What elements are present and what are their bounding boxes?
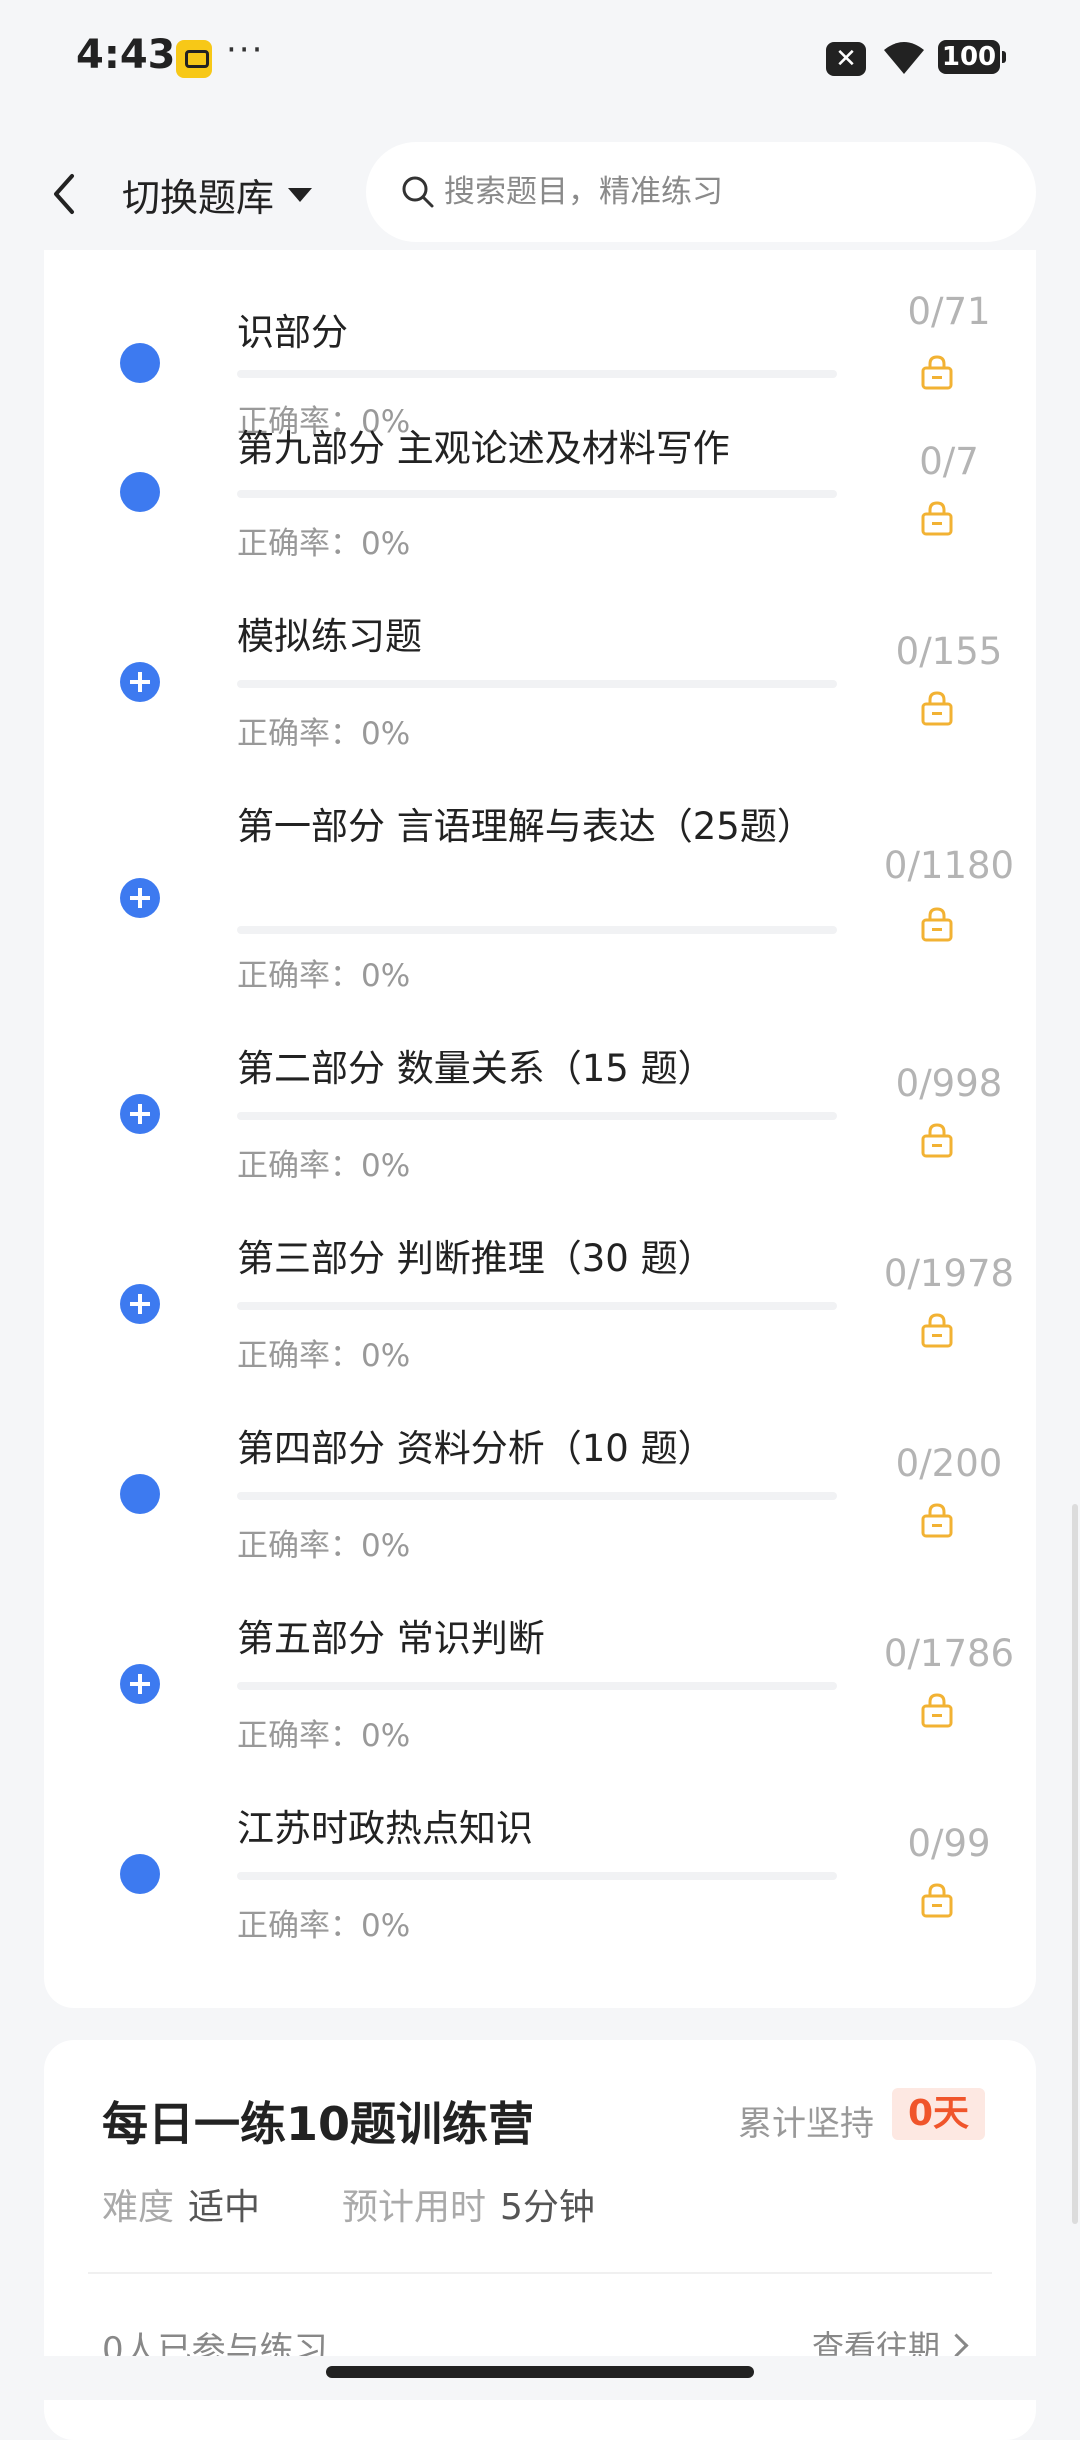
- item-count: 0/998: [895, 1062, 1003, 1105]
- home-indicator[interactable]: [326, 2366, 754, 2378]
- lock-icon: [921, 691, 953, 726]
- item-title: 第二部分 数量关系（15 题）: [237, 1047, 715, 1090]
- item-title: 第四部分 资料分析（10 题）: [237, 1427, 715, 1470]
- accuracy-text: 正确率：0%: [237, 1528, 411, 1564]
- status-time: 4:43: [76, 32, 176, 78]
- item-count: 0/7: [919, 440, 979, 483]
- item-count: 0/155: [895, 630, 1003, 673]
- search-input[interactable]: [442, 173, 986, 211]
- question-list-card: 识部分 正确率：0% 0/71 第九部分 主观论述及材料写作 正确率：0% 0/…: [44, 250, 1036, 2008]
- more-notifications-icon: ···: [226, 30, 265, 70]
- search-icon: [402, 176, 434, 208]
- progress-bar: [237, 370, 837, 378]
- estimated-time-value: 5分钟: [500, 2187, 595, 2228]
- accuracy-text: 正确率：0%: [237, 1908, 411, 1944]
- gesture-area: [0, 2356, 1080, 2400]
- item-count: 0/1978: [883, 1252, 1015, 1295]
- dot-icon: [120, 343, 160, 383]
- progress-bar: [237, 1302, 837, 1310]
- item-title: 江苏时政热点知识: [237, 1807, 533, 1850]
- plus-circle-icon: [120, 878, 160, 918]
- search-box[interactable]: [366, 142, 1036, 242]
- caret-down-icon: [288, 188, 313, 202]
- progress-bar: [237, 1112, 837, 1120]
- lock-icon: [921, 1503, 953, 1538]
- item-title: 第九部分 主观论述及材料写作: [237, 427, 730, 470]
- accuracy-text: 正确率：0%: [237, 526, 411, 562]
- top-nav: 切换题库: [0, 140, 1080, 250]
- dot-icon: [120, 1854, 160, 1894]
- item-title: 第三部分 判断推理（30 题）: [237, 1237, 715, 1280]
- wifi-icon: [884, 42, 924, 74]
- switch-question-bank-label: 切换题库: [122, 175, 275, 220]
- dot-icon: [120, 472, 160, 512]
- battery-icon: 100: [938, 40, 1006, 74]
- accuracy-text: 正确率：0%: [237, 958, 411, 994]
- estimated-time-label: 预计用时: [342, 2187, 487, 2228]
- status-bar: 4:43 ··· ✕ 100: [0, 0, 1080, 120]
- lock-icon: [921, 501, 953, 536]
- item-count: 0/200: [895, 1442, 1003, 1485]
- item-title: 第五部分 常识判断: [237, 1617, 545, 1660]
- switch-question-bank-button[interactable]: 切换题库: [122, 164, 313, 224]
- progress-bar: [237, 1872, 837, 1880]
- persist-days-badge: 0天: [892, 2088, 986, 2140]
- accuracy-text: 正确率：0%: [237, 1718, 411, 1754]
- item-count: 0/99: [907, 1822, 991, 1865]
- progress-bar: [237, 1492, 837, 1500]
- close-notification-icon: ✕: [826, 42, 866, 76]
- item-count: 0/1180: [883, 844, 1015, 887]
- accuracy-text: 正确率：0%: [237, 1338, 411, 1374]
- difficulty-value: 适中: [188, 2187, 261, 2228]
- progress-bar: [237, 680, 837, 688]
- plus-circle-icon: [120, 662, 160, 702]
- plus-circle-icon: [120, 1094, 160, 1134]
- persist-label: 累计坚持: [738, 2104, 874, 2144]
- progress-bar: [237, 926, 837, 934]
- chevron-right-icon: [944, 2332, 969, 2358]
- difficulty: 难度 适中: [102, 2178, 260, 2230]
- divider: [88, 2272, 992, 2274]
- dot-icon: [120, 1474, 160, 1514]
- item-title: 第一部分 言语理解与表达（25题）: [237, 805, 814, 848]
- app-notification-icon: [176, 40, 212, 78]
- item-count: 0/71: [907, 290, 991, 333]
- progress-bar: [237, 1682, 837, 1690]
- plus-circle-icon: [120, 1284, 160, 1324]
- lock-icon: [921, 1123, 953, 1158]
- lock-icon: [921, 355, 953, 390]
- lock-icon: [921, 1693, 953, 1728]
- accuracy-text: 正确率：0%: [237, 1148, 411, 1184]
- accuracy-text: 正确率：0%: [237, 716, 411, 752]
- item-count: 0/1786: [883, 1632, 1015, 1675]
- lock-icon: [921, 1313, 953, 1348]
- lock-icon: [921, 907, 953, 942]
- back-icon[interactable]: [44, 164, 84, 224]
- item-title: 模拟练习题: [237, 615, 422, 658]
- plus-circle-icon: [120, 1664, 160, 1704]
- estimated-time: 预计用时 5分钟: [342, 2178, 595, 2230]
- difficulty-label: 难度: [102, 2187, 175, 2228]
- camp-title: 每日一练10题训练营: [102, 2097, 535, 2151]
- scrollbar[interactable]: [1072, 1504, 1078, 2224]
- progress-bar: [237, 490, 837, 498]
- item-title: 识部分: [237, 311, 348, 354]
- lock-icon: [921, 1883, 953, 1918]
